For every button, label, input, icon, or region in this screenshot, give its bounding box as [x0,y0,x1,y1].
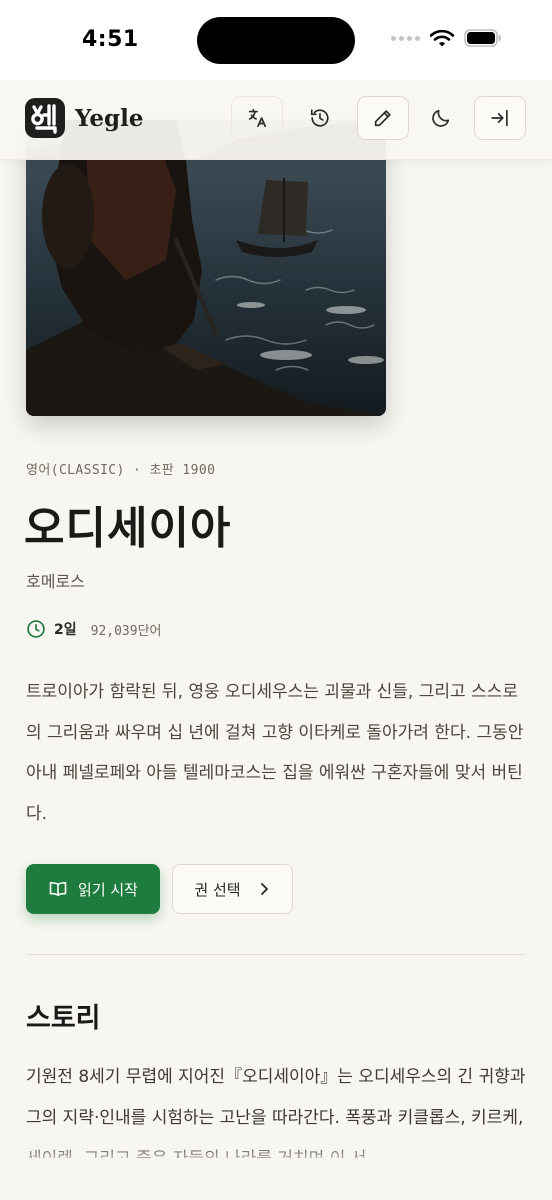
book-detail-page: 4:51 Yegle 영어(CLASSIC) · 초판 1900 오디세이아 호… [0,0,552,1200]
edit-button[interactable] [357,96,409,140]
app-name: Yegle [75,105,144,132]
reading-duration: 2일 [54,622,77,638]
wifi-icon [430,29,454,47]
book-cover-image [26,120,386,416]
dark-mode-toggle[interactable] [415,96,467,140]
translate-button[interactable] [231,96,283,140]
reading-stats: 2일 92,039단어 [26,619,162,639]
logo-glyph [31,104,57,134]
moon-icon [432,109,450,127]
login-button[interactable] [474,96,526,140]
book-open-icon [49,881,67,897]
app-logo[interactable] [25,98,65,138]
app-header: Yegle [0,80,552,160]
bottom-fade [0,1142,552,1200]
select-volume-button[interactable]: 권 선택 [172,864,293,914]
cover-illustration [26,120,386,416]
select-volume-label: 권 선택 [194,880,241,899]
translate-icon [248,108,267,128]
status-bar: 4:51 [0,0,552,80]
story-heading: 스토리 [26,1003,101,1034]
start-reading-button[interactable]: 읽기 시작 [26,864,160,914]
history-button[interactable] [294,96,346,140]
status-time: 4:51 [82,27,139,52]
section-divider [26,954,526,955]
dynamic-island [197,17,355,64]
pencil-icon [374,110,391,127]
clock-icon [27,620,45,638]
history-icon [310,109,329,127]
book-summary: 트로이아가 함락된 뒤, 영웅 오디세우스는 괴물과 신들, 그리고 스스로의 … [26,682,524,824]
start-reading-label: 읽기 시작 [78,880,138,899]
chevron-right-icon [260,883,268,895]
battery-icon [464,29,501,47]
book-author: 호메로스 [26,572,85,591]
book-meta: 영어(CLASSIC) · 초판 1900 [26,463,216,478]
cellular-signal-icon [391,35,420,41]
word-count: 92,039단어 [90,623,162,639]
status-icons [391,29,502,47]
book-title: 오디세이아 [24,503,232,554]
login-icon [491,109,508,127]
